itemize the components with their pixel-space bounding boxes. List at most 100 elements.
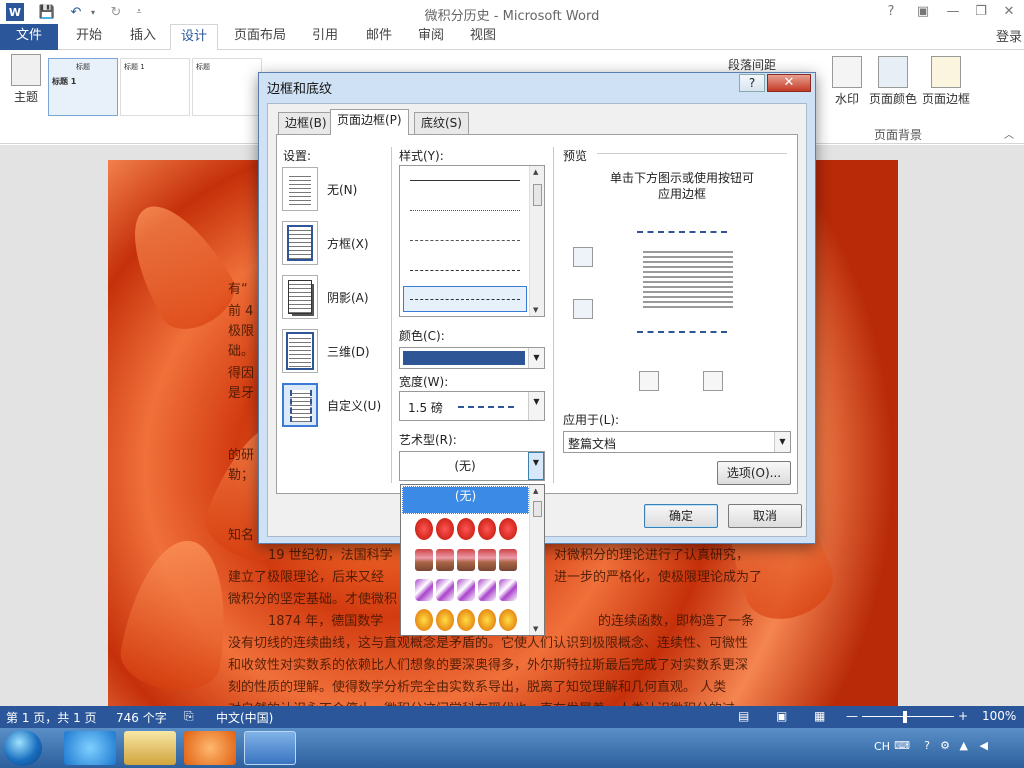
watermark-button[interactable]: 水印 <box>830 56 864 107</box>
zoom-slider-thumb[interactable] <box>903 711 907 723</box>
cancel-button[interactable]: 取消 <box>728 504 802 528</box>
scroll-down-icon[interactable]: ▼ <box>533 306 538 314</box>
close-window-icon[interactable]: ✕ <box>998 2 1020 22</box>
dialog-close-button[interactable]: ✕ <box>767 74 811 92</box>
preview-bottom-border <box>637 331 727 333</box>
read-mode-icon[interactable]: ▤ <box>738 709 749 723</box>
apply-to-select[interactable]: 整篇文档 ▼ <box>563 431 791 453</box>
help-icon[interactable]: ? <box>880 2 902 22</box>
ok-button[interactable]: 确定 <box>644 504 718 528</box>
scroll-thumb[interactable] <box>533 184 542 206</box>
tab-file[interactable]: 文件 <box>0 24 58 50</box>
art-option-apples[interactable] <box>415 518 517 540</box>
tab-mailings[interactable]: 邮件 <box>356 24 402 50</box>
scroll-down-icon[interactable]: ▼ <box>533 625 538 633</box>
art-dropdown-list[interactable]: (无) ▲ ▼ <box>400 484 545 636</box>
right-border-toggle[interactable] <box>703 371 723 391</box>
start-button[interactable] <box>4 730 42 766</box>
options-button[interactable]: 选项(O)... <box>717 461 791 485</box>
chevron-down-icon[interactable]: ▼ <box>528 452 544 480</box>
tab-page-layout[interactable]: 页面布局 <box>224 24 296 50</box>
scroll-up-icon[interactable]: ▲ <box>533 487 538 495</box>
setting-shadow-button[interactable] <box>282 275 318 319</box>
style-set-3[interactable]: 标题 <box>192 58 262 116</box>
proofing-icon[interactable]: ⎘ <box>184 709 194 724</box>
setting-3d-label[interactable]: 三维(D) <box>327 343 370 360</box>
setting-custom-button[interactable] <box>282 383 318 427</box>
style-option-dash[interactable] <box>410 270 520 271</box>
page-count[interactable]: 第 1 页，共 1 页 <box>6 709 97 726</box>
left-border-toggle[interactable] <box>639 371 659 391</box>
art-list-scrollbar[interactable]: ▲ ▼ <box>529 485 544 635</box>
print-layout-icon[interactable]: ▣ <box>776 709 787 723</box>
setting-shadow-label[interactable]: 阴影(A) <box>327 289 369 306</box>
bottom-border-toggle[interactable] <box>573 299 593 319</box>
style-set-1[interactable]: 标题 标题 1 <box>48 58 118 116</box>
page-border-button[interactable]: 页面边框 <box>920 56 972 107</box>
tab-home[interactable]: 开始 <box>66 24 112 50</box>
media-player-icon[interactable] <box>184 731 236 765</box>
login-link[interactable]: 登录 <box>996 26 1022 45</box>
internet-explorer-icon[interactable] <box>64 731 116 765</box>
chevron-down-icon[interactable]: ▼ <box>528 348 544 368</box>
tab-design[interactable]: 设计 <box>170 24 219 51</box>
art-select[interactable]: (无) ▼ <box>399 451 545 481</box>
style-option-solid[interactable] <box>410 180 520 181</box>
width-select[interactable]: 1.5 磅 ▼ <box>399 391 545 421</box>
tab-view[interactable]: 视图 <box>460 24 506 50</box>
zoom-out-icon[interactable]: — <box>846 709 858 723</box>
keyboard-icon[interactable]: ⌨ <box>894 739 910 752</box>
show-hidden-icon[interactable]: ▲ <box>960 739 968 752</box>
scroll-thumb[interactable] <box>533 501 542 517</box>
setting-none-button[interactable] <box>282 167 318 211</box>
color-select[interactable]: ▼ <box>399 347 545 369</box>
setting-box-label[interactable]: 方框(X) <box>327 235 369 252</box>
volume-icon[interactable]: ◀ <box>980 739 988 752</box>
style-list-scrollbar[interactable]: ▲ ▼ <box>529 166 544 316</box>
word-count[interactable]: 746 个字 <box>116 709 167 726</box>
art-option-none[interactable]: (无) <box>402 486 529 514</box>
minimize-icon[interactable]: — <box>942 2 964 22</box>
ribbon-display-icon[interactable]: ▣ <box>912 2 934 22</box>
tab-shading[interactable]: 底纹(S) <box>414 112 469 134</box>
art-option-candy[interactable] <box>415 579 517 601</box>
tab-references[interactable]: 引用 <box>302 24 348 50</box>
zoom-level[interactable]: 100% <box>982 709 1016 723</box>
preview-page[interactable] <box>637 231 733 333</box>
style-set-2[interactable]: 标题 1 <box>120 58 190 116</box>
style-option-selected[interactable] <box>403 286 527 312</box>
style-option-dotted[interactable] <box>410 210 520 211</box>
help-tray-icon[interactable]: ? <box>924 739 930 752</box>
setting-none-label[interactable]: 无(N) <box>327 181 357 198</box>
setting-3d-button[interactable] <box>282 329 318 373</box>
themes-button[interactable]: 主题 <box>8 54 44 105</box>
scroll-up-icon[interactable]: ▲ <box>533 168 538 176</box>
style-option-small-dash[interactable] <box>410 240 520 241</box>
settings-tray-icon[interactable]: ⚙ <box>940 739 950 752</box>
tab-page-border[interactable]: 页面边框(P) <box>330 109 409 135</box>
ime-indicator[interactable]: CH <box>874 740 890 753</box>
zoom-slider[interactable] <box>862 716 954 717</box>
border-style-list[interactable]: ▲ ▼ <box>399 165 545 317</box>
word-taskbar-icon[interactable] <box>244 731 296 765</box>
setting-box-button[interactable] <box>282 221 318 265</box>
setting-custom-label[interactable]: 自定义(U) <box>327 397 381 414</box>
top-border-toggle[interactable] <box>573 247 593 267</box>
collapse-ribbon-icon[interactable]: ︿ <box>1004 126 1014 141</box>
file-explorer-icon[interactable] <box>124 731 176 765</box>
web-layout-icon[interactable]: ▦ <box>814 709 825 723</box>
language-indicator[interactable]: 中文(中国) <box>216 709 273 726</box>
art-option-cakes[interactable] <box>415 549 517 571</box>
restore-icon[interactable]: ❐ <box>970 2 992 22</box>
chevron-down-icon[interactable]: ▼ <box>774 432 790 452</box>
dialog-help-button[interactable]: ? <box>739 74 765 92</box>
tab-insert[interactable]: 插入 <box>120 24 166 50</box>
chevron-down-icon[interactable]: ▼ <box>528 392 544 420</box>
paragraph-spacing-button[interactable]: 段落间距 <box>728 56 776 73</box>
art-option-flowers[interactable] <box>415 609 517 631</box>
tab-borders[interactable]: 边框(B) <box>278 112 334 134</box>
page-color-button[interactable]: 页面颜色 <box>868 56 918 107</box>
zoom-in-icon[interactable]: + <box>958 709 968 723</box>
dialog-title: 边框和底纹 <box>267 82 333 97</box>
tab-review[interactable]: 审阅 <box>408 24 454 50</box>
